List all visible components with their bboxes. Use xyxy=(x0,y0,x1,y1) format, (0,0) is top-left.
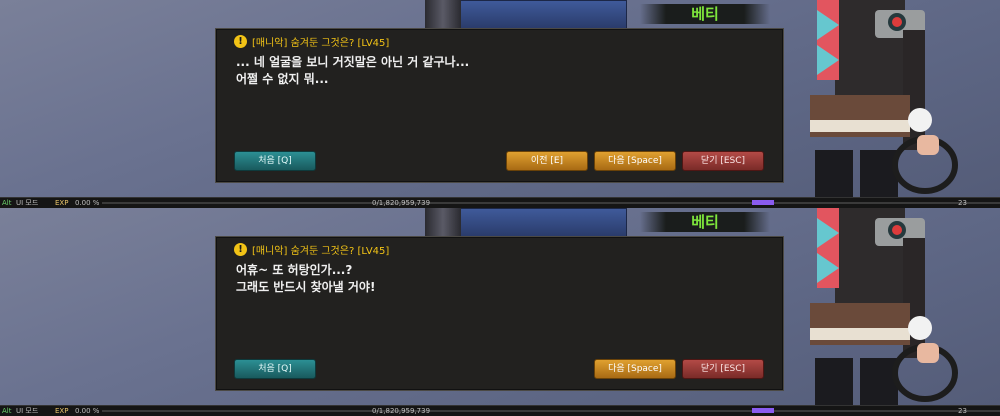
dialogue-screen-1: 베티 ! [매니악] 숨겨둔 그것은? [LV45] ... 네 얼굴을 보니 … xyxy=(0,0,1000,208)
dialogue-line-2: 어쩔 수 없지 뭐... xyxy=(236,72,329,86)
dialogue-box: ! [매니악] 숨겨둔 그것은? [LV45] 어휴~ 또 허탕인가...? 그… xyxy=(215,236,784,391)
prev-button[interactable]: 이전 [E] xyxy=(506,151,588,171)
first-button[interactable]: 처음 [Q] xyxy=(234,151,316,171)
ui-mode-toggle[interactable]: UI 모드 xyxy=(16,198,38,208)
next-button[interactable]: 다음 [Space] xyxy=(594,359,676,379)
purple-gauge xyxy=(752,408,774,413)
quest-alert-icon: ! xyxy=(234,243,247,256)
level-value: 23 xyxy=(958,407,967,415)
npc-portrait xyxy=(810,0,958,200)
status-bar: Alt UI 모드 EXP 0.00 % 0/1,820,959,739 23 xyxy=(0,405,1000,416)
exp-label: EXP xyxy=(55,407,69,415)
quest-alert-icon: ! xyxy=(234,35,247,48)
alt-key-label: Alt xyxy=(2,407,12,415)
npc-nameplate: 베티 xyxy=(640,212,770,232)
exp-bar xyxy=(102,410,1000,412)
close-button[interactable]: 닫기 [ESC] xyxy=(682,359,764,379)
status-bar: Alt UI 모드 EXP 0.00 % 0/1,820,959,739 23 xyxy=(0,197,1000,208)
dialogue-screen-2: 베티 ! [매니악] 숨겨둔 그것은? [LV45] 어휴~ 또 허탕인가...… xyxy=(0,208,1000,416)
quest-title: [매니악] 숨겨둔 그것은? [LV45] xyxy=(252,246,390,257)
npc-portrait xyxy=(810,208,958,408)
next-button[interactable]: 다음 [Space] xyxy=(594,151,676,171)
dialogue-line-1: ... 네 얼굴을 보니 거짓말은 아닌 거 같구나... xyxy=(236,55,470,69)
first-button[interactable]: 처음 [Q] xyxy=(234,359,316,379)
dialogue-line-1: 어휴~ 또 허탕인가...? xyxy=(236,263,353,277)
ui-mode-toggle[interactable]: UI 모드 xyxy=(16,406,38,416)
npc-nameplate: 베티 xyxy=(640,4,770,24)
dialogue-box: ! [매니악] 숨겨둔 그것은? [LV45] ... 네 얼굴을 보니 거짓말… xyxy=(215,28,784,183)
exp-percent: 0.00 % xyxy=(75,407,100,415)
exp-value: 0/1,820,959,739 xyxy=(372,407,431,415)
level-value: 23 xyxy=(958,199,967,207)
npc-name: 베티 xyxy=(691,213,719,231)
npc-name: 베티 xyxy=(691,5,719,23)
exp-value: 0/1,820,959,739 xyxy=(372,199,431,207)
alt-key-label: Alt xyxy=(2,199,12,207)
quest-title: [매니악] 숨겨둔 그것은? [LV45] xyxy=(252,38,390,49)
exp-bar xyxy=(102,202,1000,204)
exp-label: EXP xyxy=(55,199,69,207)
close-button[interactable]: 닫기 [ESC] xyxy=(682,151,764,171)
exp-percent: 0.00 % xyxy=(75,199,100,207)
dialogue-line-2: 그래도 반드시 찾아낼 거야! xyxy=(236,280,376,294)
purple-gauge xyxy=(752,200,774,205)
